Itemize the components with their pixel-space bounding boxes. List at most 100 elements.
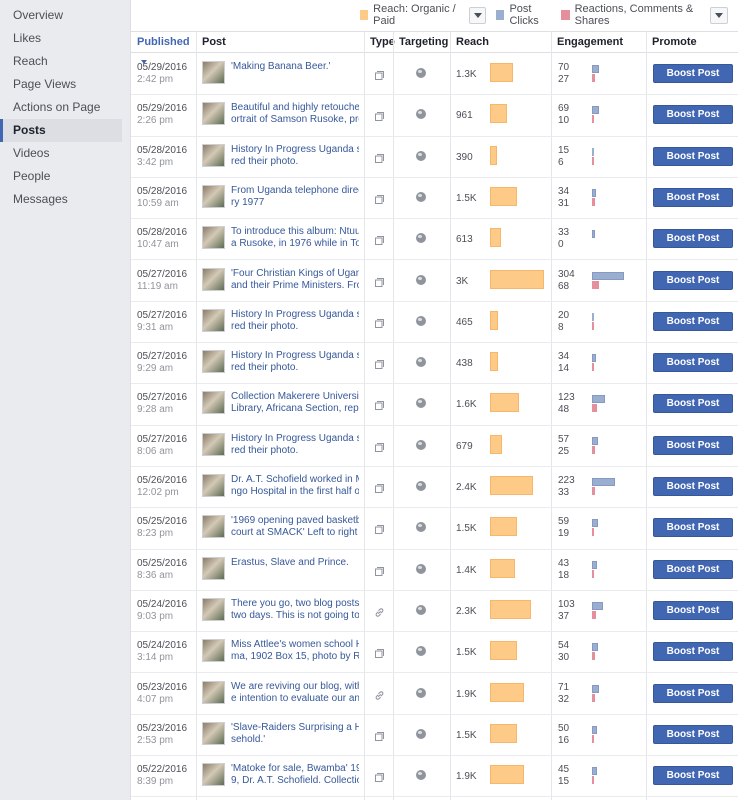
header-engagement: Engagement	[557, 36, 624, 48]
sidebar-item-posts[interactable]: Posts	[0, 119, 122, 142]
time-text: 10:47 am	[137, 239, 179, 251]
boost-post-button[interactable]: Boost Post	[653, 642, 733, 662]
post-thumbnail[interactable]	[202, 432, 225, 456]
boost-post-button[interactable]: Boost Post	[653, 766, 733, 786]
table-row: 05/23/2016 4:07 pm We are reviving our blo…	[131, 674, 738, 715]
post-thumbnail[interactable]	[202, 61, 225, 84]
reach-bar	[490, 765, 524, 785]
legend-reach: Reach: Organic / Paid	[360, 3, 461, 27]
post-link[interactable]: Collection Makerere University Library, A…	[231, 391, 359, 415]
post-thumbnail[interactable]	[202, 474, 225, 497]
post-thumbnail[interactable]	[202, 267, 225, 291]
post-clicks-bar	[592, 312, 594, 321]
globe-icon	[416, 357, 426, 368]
post-link[interactable]: There you go, two blog posts in two days.…	[231, 598, 359, 622]
post-text-line2: red their photo.	[231, 444, 299, 456]
post-link[interactable]: To introduce this album: Ntuum a Rusoke, …	[231, 226, 359, 250]
boost-post-button[interactable]: Boost Post	[653, 229, 733, 249]
boost-post-button[interactable]: Boost Post	[653, 724, 733, 744]
boost-post-button[interactable]: Boost Post	[653, 311, 733, 331]
reach-bar	[490, 104, 507, 124]
table-row: 05/26/2016 12:02 pm Dr. A.T. Schofield wor…	[131, 467, 738, 509]
engagement-values: 50 16	[558, 723, 569, 747]
boost-post-button[interactable]: Boost Post	[653, 270, 733, 290]
post-thumbnail[interactable]	[202, 763, 225, 787]
sidebar-item-actions-on-page[interactable]: Actions on Page	[0, 96, 130, 119]
post-thumbnail[interactable]	[202, 102, 225, 126]
post-link[interactable]: Miss Attlee's women school Hoi ma, 1902 B…	[231, 639, 359, 663]
boost-post-button[interactable]: Boost Post	[653, 435, 733, 455]
photo-icon	[375, 647, 384, 659]
reach-value: 465	[456, 316, 473, 328]
reach-value: 1.9K	[456, 771, 477, 783]
post-thumbnail[interactable]	[202, 391, 225, 415]
reactions-bar	[592, 404, 597, 413]
sidebar-item-reach[interactable]: Reach	[0, 50, 130, 73]
post-clicks-value: 33	[558, 227, 570, 239]
post-thumbnail[interactable]	[202, 515, 225, 539]
sidebar-item-messages[interactable]: Messages	[0, 188, 130, 211]
boost-post-button[interactable]: Boost Post	[653, 187, 733, 207]
boost-post-button[interactable]: Boost Post	[653, 146, 733, 166]
time-text: 4:07 pm	[137, 693, 174, 705]
boost-post-button[interactable]: Boost Post	[653, 683, 733, 703]
post-link[interactable]: We are reviving our blog, with the inten…	[231, 681, 359, 705]
post-link[interactable]: History In Progress Uganda sha red their …	[231, 433, 359, 457]
engagement-dropdown-button[interactable]	[710, 6, 728, 24]
table-row: 05/27/2016 11:19 am 'Four Christian Kings …	[131, 261, 738, 302]
post-text-line1: Dr. A.T. Schofield worked in Me	[231, 474, 359, 485]
sidebar-item-videos[interactable]: Videos	[0, 142, 130, 165]
post-thumbnail[interactable]	[202, 597, 225, 621]
legend-clicks-label: Post Clicks	[509, 3, 539, 27]
date-text: 05/25/2016	[137, 516, 188, 528]
post-text-line1: 'Four Christian Kings of Uganda	[231, 267, 359, 279]
reactions-bar	[592, 156, 594, 165]
boost-post-button[interactable]: Boost Post	[653, 559, 733, 579]
post-link[interactable]: 'Four Christian Kings of Uganda and their…	[231, 268, 359, 292]
post-link[interactable]: Beautiful and highly retouched portrait …	[231, 102, 359, 126]
post-link[interactable]: From Uganda telephone directo ry 1977	[231, 185, 359, 209]
table-row: 05/22/2016 8:39 pm 'Matoke for sale, Bwamb…	[131, 756, 738, 798]
boost-post-button[interactable]: Boost Post	[653, 600, 733, 620]
published-date: 05/28/2016 3:42 pm	[137, 145, 187, 169]
boost-post-button[interactable]: Boost Post	[653, 394, 733, 414]
post-link[interactable]: History In Progress Uganda sha red their …	[231, 350, 359, 374]
post-link[interactable]: 'Making Banana Beer.'	[231, 61, 359, 73]
post-thumbnail[interactable]	[202, 556, 225, 580]
boost-post-button[interactable]: Boost Post	[653, 105, 733, 125]
post-link[interactable]: History In Progress Uganda sha red their …	[231, 309, 359, 333]
reactions-bar	[592, 445, 595, 454]
post-thumbnail[interactable]	[202, 721, 225, 745]
reactions-bar	[592, 610, 596, 619]
sidebar-item-likes[interactable]: Likes	[0, 27, 130, 50]
time-text: 3:42 pm	[137, 156, 174, 168]
post-link[interactable]: Erastus, Slave and Prince.	[231, 557, 359, 569]
boost-post-button[interactable]: Boost Post	[653, 477, 733, 496]
date-text: 05/28/2016	[137, 185, 188, 197]
post-thumbnail[interactable]	[202, 350, 225, 374]
header-published[interactable]: Published	[131, 32, 196, 65]
post-thumbnail[interactable]	[202, 680, 225, 704]
post-link[interactable]: 'Slave-Raiders Surprising a Hou sehold.'	[231, 722, 359, 746]
post-link[interactable]: '1969 opening paved basketball court at S…	[231, 515, 359, 539]
post-link[interactable]: History In Progress Uganda sha red their …	[231, 144, 359, 168]
boost-post-button[interactable]: Boost Post	[653, 518, 733, 538]
post-thumbnail[interactable]	[202, 143, 225, 167]
post-thumbnail[interactable]	[202, 226, 225, 250]
sidebar-item-overview[interactable]: Overview	[0, 4, 130, 27]
post-thumbnail[interactable]	[202, 639, 225, 663]
post-thumbnail[interactable]	[202, 184, 225, 208]
post-thumbnail[interactable]	[202, 308, 225, 332]
boost-post-button[interactable]: Boost Post	[653, 64, 733, 83]
post-link[interactable]: 'Matoke for sale, Bwamba' 195 9, Dr. A.T.…	[231, 763, 359, 787]
date-text: 05/24/2016	[137, 640, 188, 652]
reactions-value: 33	[558, 487, 570, 498]
sidebar-item-people[interactable]: People	[0, 165, 130, 188]
date-text: 05/23/2016	[137, 681, 188, 693]
boost-post-button[interactable]: Boost Post	[653, 353, 733, 373]
reach-dropdown-button[interactable]	[468, 6, 487, 24]
engagement-values: 34 14	[558, 351, 569, 375]
globe-icon	[416, 439, 426, 450]
sidebar-item-page-views[interactable]: Page Views	[0, 73, 130, 96]
post-link[interactable]: Dr. A.T. Schofield worked in Me ngo Hospi…	[231, 474, 359, 498]
